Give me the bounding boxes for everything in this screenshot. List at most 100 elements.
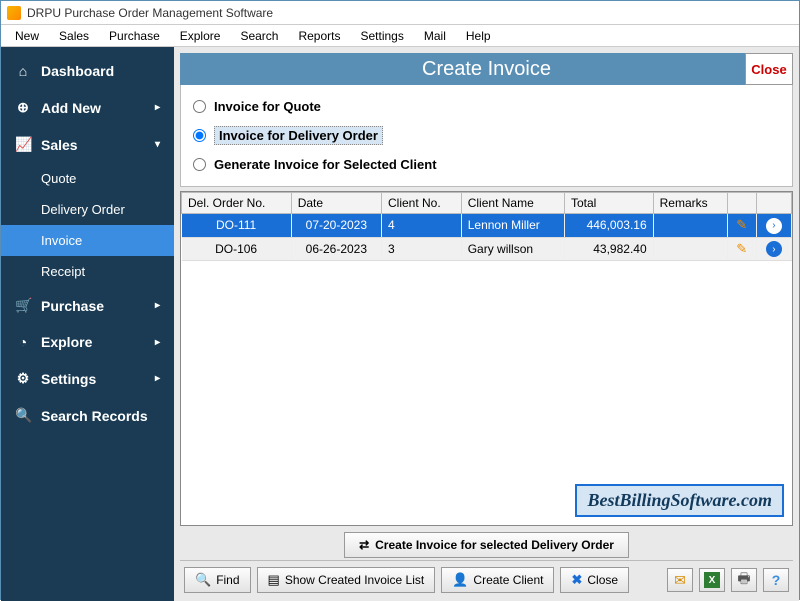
plus-icon: ⊕: [15, 99, 31, 116]
menu-new[interactable]: New: [5, 27, 49, 45]
create-invoice-button[interactable]: ⇄ Create Invoice for selected Delivery O…: [344, 532, 629, 558]
cell-date: 07-20-2023: [291, 214, 381, 238]
cell-clientname: Lennon Miller: [461, 214, 564, 238]
pencil-icon[interactable]: ✎: [736, 241, 747, 256]
sidebar-item-add-new[interactable]: ⊕ Add New ▸: [1, 89, 174, 126]
table-row[interactable]: DO-106 06-26-2023 3 Gary willson 43,982.…: [182, 237, 792, 261]
sidebar-item-label: Settings: [41, 371, 96, 387]
col-clientname[interactable]: Client Name: [461, 193, 564, 214]
sidebar-item-dashboard[interactable]: ⌂ Dashboard: [1, 53, 174, 89]
cell-clientno: 3: [381, 237, 461, 261]
col-order[interactable]: Del. Order No.: [182, 193, 292, 214]
sidebar: ⌂ Dashboard ⊕ Add New ▸ 📈 Sales ▾ Quote …: [1, 47, 174, 601]
refresh-icon: ⇄: [359, 538, 369, 552]
menu-mail[interactable]: Mail: [414, 27, 456, 45]
cell-total: 43,982.40: [564, 237, 653, 261]
col-remarks[interactable]: Remarks: [653, 193, 727, 214]
sidebar-item-label: Search Records: [41, 408, 148, 424]
col-go: [756, 193, 791, 214]
sidebar-sub-delivery-order[interactable]: Delivery Order: [1, 194, 174, 225]
chevron-right-icon: ▸: [155, 373, 160, 384]
sidebar-item-explore[interactable]: ◔ Explore ▸: [1, 324, 174, 360]
sidebar-item-label: Purchase: [41, 298, 104, 314]
watermark: BestBillingSoftware.com: [575, 484, 784, 517]
envelope-icon: ✉: [674, 572, 686, 589]
create-client-button[interactable]: 👤 Create Client: [441, 567, 554, 593]
help-icon: ?: [772, 572, 781, 588]
cell-date: 06-26-2023: [291, 237, 381, 261]
cart-icon: 🛒: [15, 297, 31, 314]
mail-button[interactable]: ✉: [667, 568, 693, 592]
radio-input[interactable]: [193, 100, 206, 113]
chart-icon: 📈: [15, 136, 31, 153]
create-invoice-label: Create Invoice for selected Delivery Ord…: [375, 538, 614, 552]
chevron-right-icon: ▸: [155, 102, 160, 113]
sidebar-item-label: Explore: [41, 334, 92, 350]
delivery-order-table: Del. Order No. Date Client No. Client Na…: [181, 192, 792, 261]
help-button[interactable]: ?: [763, 568, 789, 592]
panel-header: Create Invoice Close: [180, 53, 793, 85]
menu-reports[interactable]: Reports: [288, 27, 350, 45]
radio-label: Invoice for Delivery Order: [214, 126, 383, 145]
find-label: Find: [216, 573, 239, 587]
menu-settings[interactable]: Settings: [351, 27, 414, 45]
content-area: Create Invoice Close Invoice for Quote I…: [174, 47, 799, 601]
person-icon: 👤: [452, 572, 468, 588]
close-button[interactable]: Close: [745, 53, 793, 85]
radio-label: Generate Invoice for Selected Client: [214, 157, 437, 172]
gear-icon: ⚙: [15, 370, 31, 387]
list-icon: ▤: [268, 572, 280, 588]
invoice-type-group: Invoice for Quote Invoice for Delivery O…: [180, 85, 793, 187]
sidebar-item-settings[interactable]: ⚙ Settings ▸: [1, 360, 174, 397]
cell-remarks: [653, 214, 727, 238]
find-button[interactable]: 🔍 Find: [184, 567, 251, 593]
show-created-invoice-list-button[interactable]: ▤ Show Created Invoice List: [257, 567, 436, 593]
radio-invoice-selected-client[interactable]: Generate Invoice for Selected Client: [191, 151, 782, 178]
magnifier-icon: 🔍: [195, 572, 211, 588]
menu-purchase[interactable]: Purchase: [99, 27, 170, 45]
menu-bar: New Sales Purchase Explore Search Report…: [1, 25, 799, 47]
radio-invoice-quote[interactable]: Invoice for Quote: [191, 93, 782, 120]
col-edit: [727, 193, 756, 214]
sidebar-item-sales[interactable]: 📈 Sales ▾: [1, 126, 174, 163]
sidebar-item-search-records[interactable]: 🔍 Search Records: [1, 397, 174, 434]
radio-input[interactable]: [193, 158, 206, 171]
col-clientno[interactable]: Client No.: [381, 193, 461, 214]
close-bottom-button[interactable]: ✖ Close: [560, 567, 629, 593]
radio-input[interactable]: [193, 129, 206, 142]
sidebar-item-label: Dashboard: [41, 63, 114, 79]
cell-order: DO-111: [182, 214, 292, 238]
sidebar-sub-receipt[interactable]: Receipt: [1, 256, 174, 287]
menu-search[interactable]: Search: [230, 27, 288, 45]
chevron-right-icon: ▸: [155, 300, 160, 311]
createclient-label: Create Client: [473, 573, 543, 587]
arrow-right-icon[interactable]: ›: [766, 218, 782, 234]
home-icon: ⌂: [15, 63, 31, 79]
col-date[interactable]: Date: [291, 193, 381, 214]
col-total[interactable]: Total: [564, 193, 653, 214]
x-icon: ✖: [571, 572, 582, 588]
cell-remarks: [653, 237, 727, 261]
arrow-right-icon[interactable]: ›: [766, 241, 782, 257]
menu-help[interactable]: Help: [456, 27, 501, 45]
menu-explore[interactable]: Explore: [170, 27, 231, 45]
delivery-order-table-wrap: Del. Order No. Date Client No. Client Na…: [180, 191, 793, 526]
cell-clientname: Gary willson: [461, 237, 564, 261]
export-excel-button[interactable]: X: [699, 568, 725, 592]
chevron-right-icon: ▸: [155, 337, 160, 348]
excel-icon: X: [704, 572, 720, 588]
sidebar-sub-quote[interactable]: Quote: [1, 163, 174, 194]
pie-icon: ◔: [15, 334, 31, 350]
sidebar-item-label: Add New: [41, 100, 101, 116]
print-button[interactable]: 🖶: [731, 568, 757, 592]
radio-label: Invoice for Quote: [214, 99, 321, 114]
pencil-icon[interactable]: ✎: [736, 217, 747, 232]
app-icon: [7, 6, 21, 20]
radio-invoice-delivery-order[interactable]: Invoice for Delivery Order: [191, 120, 782, 151]
sidebar-item-purchase[interactable]: 🛒 Purchase ▸: [1, 287, 174, 324]
cell-order: DO-106: [182, 237, 292, 261]
chevron-down-icon: ▾: [155, 139, 160, 150]
sidebar-sub-invoice[interactable]: Invoice: [1, 225, 174, 256]
menu-sales[interactable]: Sales: [49, 27, 99, 45]
table-row[interactable]: DO-111 07-20-2023 4 Lennon Miller 446,00…: [182, 214, 792, 238]
